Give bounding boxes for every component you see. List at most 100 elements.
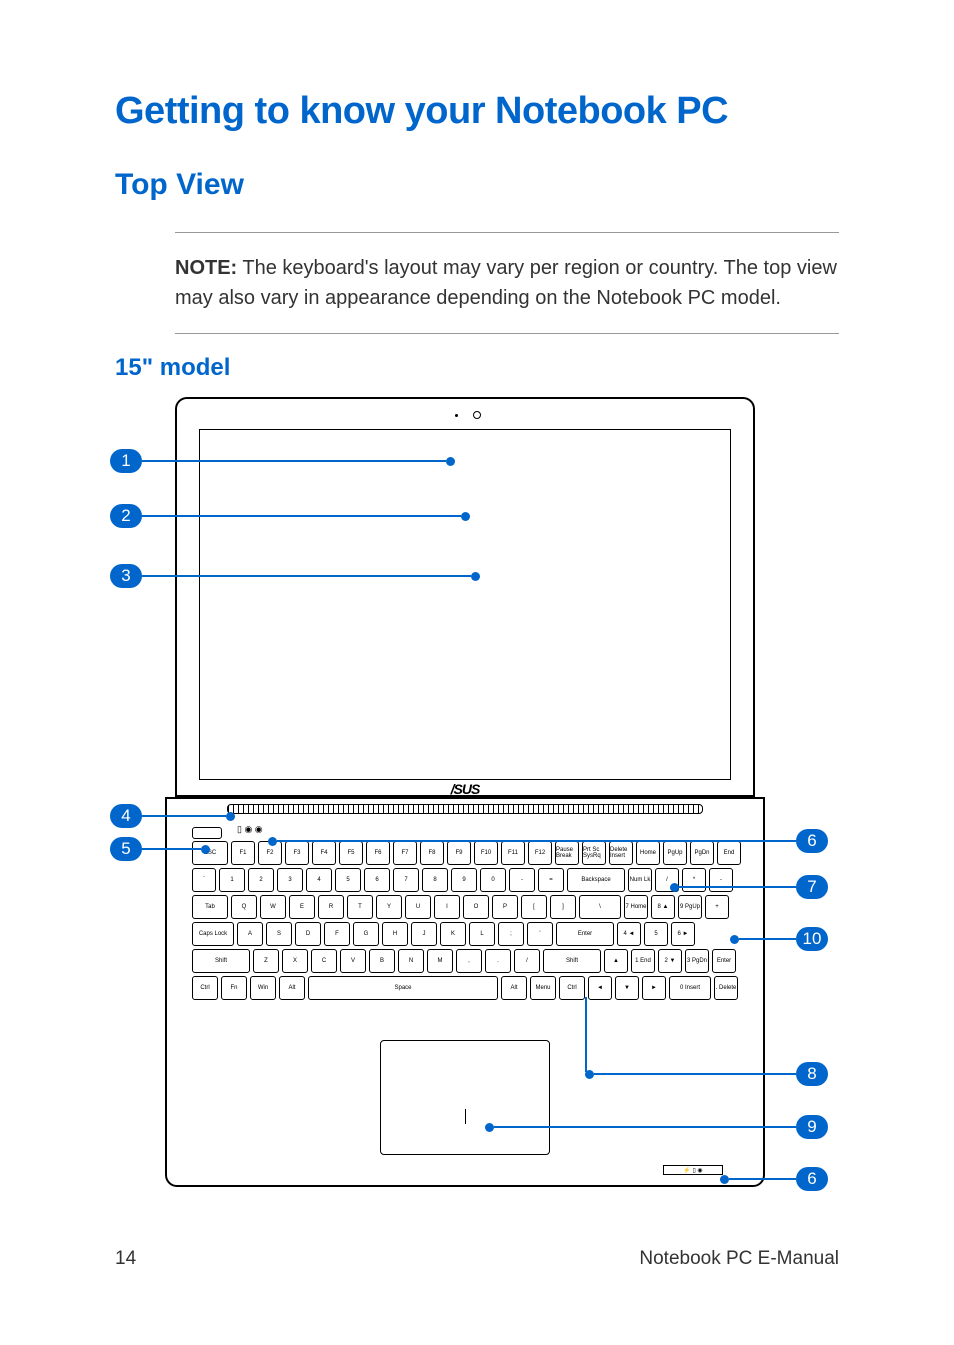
- key: B: [369, 949, 395, 973]
- key: Menu: [530, 976, 556, 1000]
- key: Num Lk: [628, 868, 652, 892]
- callout-9: 9: [485, 1115, 828, 1139]
- key: O: [463, 895, 489, 919]
- callout-badge-9: 9: [796, 1115, 828, 1139]
- key: 1: [219, 868, 245, 892]
- page-footer: 14 Notebook PC E-Manual: [115, 1248, 839, 1270]
- key: ,: [456, 949, 482, 973]
- key: ►: [642, 976, 666, 1000]
- page-number: 14: [115, 1248, 136, 1270]
- key: .: [485, 949, 511, 973]
- callout-dot: [670, 883, 679, 892]
- key: U: [405, 895, 431, 919]
- key: 4: [306, 868, 332, 892]
- key: T: [347, 895, 373, 919]
- key: Q: [231, 895, 257, 919]
- key: ◄: [588, 976, 612, 1000]
- key: 0: [480, 868, 506, 892]
- key: ▲: [604, 949, 628, 973]
- webcam-icon: [473, 411, 481, 419]
- subsection-title: 15" model: [115, 354, 839, 382]
- key: `: [192, 868, 216, 892]
- key: ]: [550, 895, 576, 919]
- key: Alt: [279, 976, 305, 1000]
- key: V: [340, 949, 366, 973]
- callout-line: [594, 1073, 796, 1075]
- key: M: [427, 949, 453, 973]
- display-panel: [199, 429, 731, 780]
- key: 2: [248, 868, 274, 892]
- callout-line: [142, 575, 471, 577]
- key: F: [324, 922, 350, 946]
- callout-dot: [730, 935, 739, 944]
- callout-badge-6: 6: [796, 829, 828, 853]
- key-row-3: TabQWERTYUIOP[]\7 Home8 ▲9 PgUp+: [192, 895, 738, 919]
- key: . Delete: [714, 976, 738, 1000]
- key: [: [521, 895, 547, 919]
- key: Ctrl: [559, 976, 585, 1000]
- key: =: [538, 868, 564, 892]
- key: 0 Insert: [669, 976, 711, 1000]
- callout-badge-2: 2: [110, 504, 142, 528]
- key: I: [434, 895, 460, 919]
- status-leds-bottom: ⚡ ▯ ◉: [663, 1165, 723, 1175]
- key: 2 ▼: [658, 949, 682, 973]
- key: 7 Home: [624, 895, 648, 919]
- callout-2: 2: [110, 504, 470, 528]
- key: -: [509, 868, 535, 892]
- key: P: [492, 895, 518, 919]
- key: ;: [498, 922, 524, 946]
- callout-line: [277, 840, 796, 842]
- touchpad-button-divider: [465, 1109, 466, 1124]
- callout-5: 5: [110, 837, 210, 861]
- callout-line: [739, 938, 796, 940]
- section-title: Top View: [115, 168, 839, 202]
- hinge: [227, 804, 703, 814]
- callout-6-bottom: 6: [720, 1167, 828, 1191]
- key: D: [295, 922, 321, 946]
- key-row-4: Caps LockASDFGHJKL;'Enter4 ◄56 ►: [192, 922, 738, 946]
- key: 5: [644, 922, 668, 946]
- callout-8: 8: [585, 1062, 828, 1086]
- key: W: [260, 895, 286, 919]
- key: N: [398, 949, 424, 973]
- key: R: [318, 895, 344, 919]
- key: A: [237, 922, 263, 946]
- main-title: Getting to know your Notebook PC: [115, 90, 839, 133]
- callout-line: [679, 886, 796, 888]
- key-row-2: `1234567890-=BackspaceNum Lk/*-: [192, 868, 738, 892]
- callout-6-top: 6: [268, 829, 828, 853]
- key: E: [289, 895, 315, 919]
- brand-logo: /SUS: [451, 781, 480, 797]
- key: Ctrl: [192, 976, 218, 1000]
- key: Alt: [501, 976, 527, 1000]
- key: \: [579, 895, 621, 919]
- note-label: NOTE:: [175, 257, 237, 279]
- note-text: The keyboard's layout may vary per regio…: [175, 257, 837, 309]
- callout-badge-1: 1: [110, 449, 142, 473]
- key: 3 PgDn: [685, 949, 709, 973]
- key: ▼: [615, 976, 639, 1000]
- callout-line: [142, 515, 461, 517]
- key: S: [266, 922, 292, 946]
- key: ': [527, 922, 553, 946]
- callout-4: 4: [110, 804, 235, 828]
- callout-badge-6-bottom: 6: [796, 1167, 828, 1191]
- callout-badge-3: 3: [110, 564, 142, 588]
- key: 7: [393, 868, 419, 892]
- key-row-6: CtrlFnWinAltSpaceAltMenuCtrl◄▼►0 Insert.…: [192, 976, 738, 1000]
- key: 9: [451, 868, 477, 892]
- key: X: [282, 949, 308, 973]
- key: Shift: [192, 949, 250, 973]
- callout-badge-4: 4: [110, 804, 142, 828]
- callout-line: [142, 815, 226, 817]
- key: 4 ◄: [617, 922, 641, 946]
- callout-line: [729, 1178, 796, 1180]
- key: Win: [250, 976, 276, 1000]
- status-leds-top: ▯ ◉ ◉: [237, 824, 263, 835]
- callout-dot: [226, 812, 235, 821]
- key: 6: [364, 868, 390, 892]
- key: Enter: [556, 922, 614, 946]
- key: Backspace: [567, 868, 625, 892]
- callout-10: 10: [730, 927, 828, 951]
